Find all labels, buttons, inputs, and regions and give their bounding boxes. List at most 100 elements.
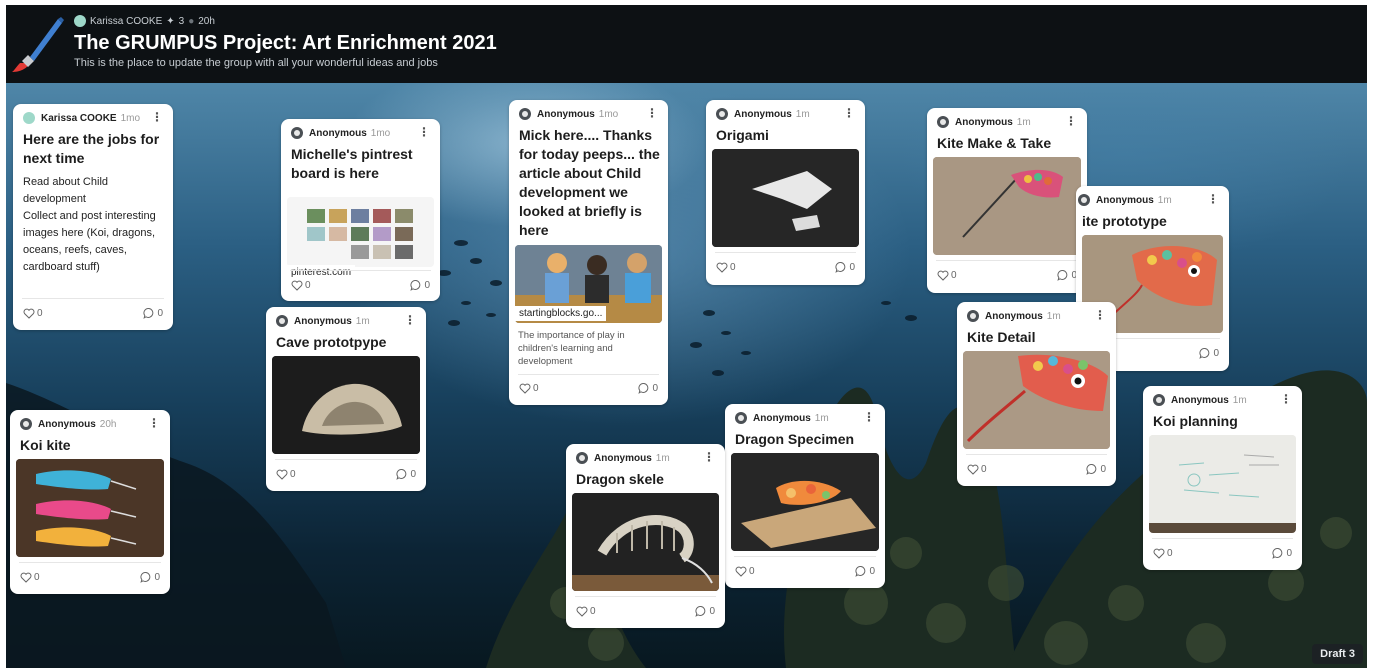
comment-button[interactable]: 0 — [695, 605, 715, 617]
board-header: Karissa COOKE ✦ 3 ● 20h The GRUMPUS Proj… — [6, 5, 1367, 83]
origami-photo[interactable] — [712, 149, 859, 247]
comment-icon — [143, 308, 154, 319]
comment-button[interactable]: 0 — [410, 279, 430, 291]
divider — [22, 298, 164, 299]
post-card[interactable]: Anonymous 1mo ⋮ Michelle's pintrest boar… — [281, 119, 440, 301]
post-card[interactable]: Anonymous 1m ⋮ Dragon Specimen 0 0 — [725, 404, 885, 588]
like-count: 0 — [34, 571, 40, 583]
like-button[interactable]: 0 — [291, 280, 311, 291]
like-button[interactable]: 0 — [967, 464, 987, 475]
comment-button[interactable]: 0 — [1199, 347, 1219, 359]
more-options-icon[interactable]: ⋮ — [863, 410, 875, 424]
more-options-icon[interactable]: ⋮ — [418, 125, 430, 139]
post-title: Michelle's pintrest board is here — [291, 146, 413, 181]
kite-photo[interactable] — [933, 157, 1081, 255]
kite-image — [933, 157, 1081, 255]
cave-photo[interactable] — [272, 356, 420, 454]
board-subtitle: This is the place to update the group wi… — [74, 57, 438, 69]
like-button[interactable]: 0 — [519, 383, 539, 394]
post-card[interactable]: Anonymous 1m ⋮ Origami 0 0 — [706, 100, 865, 285]
post-card[interactable]: Anonymous 1m ⋮ Kite Make & Take 0 0 — [927, 108, 1087, 293]
comment-button[interactable]: 0 — [855, 565, 875, 577]
post-author: Anonymous — [1171, 394, 1229, 406]
comment-count: 0 — [709, 605, 715, 617]
comment-count: 0 — [849, 261, 855, 273]
koi-planning-photo[interactable] — [1149, 435, 1296, 533]
comment-button[interactable]: 0 — [638, 382, 658, 394]
more-options-icon[interactable]: ⋮ — [1094, 308, 1106, 322]
more-options-icon[interactable]: ⋮ — [151, 110, 163, 124]
heart-icon — [20, 572, 32, 583]
heart-icon — [276, 469, 288, 480]
comment-button[interactable]: 0 — [143, 307, 163, 319]
comment-button[interactable]: 0 — [1057, 269, 1077, 281]
dragon-skeleton-photo[interactable] — [572, 493, 719, 591]
more-options-icon[interactable]: ⋮ — [1207, 192, 1219, 206]
more-options-icon[interactable]: ⋮ — [703, 450, 715, 464]
post-card[interactable]: Anonymous 1mo ⋮ Mick here.... Thanks for… — [509, 100, 668, 405]
comment-button[interactable]: 0 — [1086, 463, 1106, 475]
comment-button[interactable]: 0 — [140, 571, 160, 583]
comment-count: 0 — [1286, 547, 1292, 559]
post-header: Anonymous 1m ⋮ — [576, 450, 715, 465]
origami-image — [712, 149, 859, 247]
kite-detail-photo[interactable] — [963, 351, 1110, 449]
more-options-icon[interactable]: ⋮ — [1065, 114, 1077, 128]
divider — [575, 596, 716, 597]
post-footer: 0 0 — [519, 381, 658, 395]
post-title: Dragon Specimen — [735, 431, 855, 447]
post-header: Anonymous 1m ⋮ — [716, 106, 855, 121]
heart-icon — [23, 308, 35, 319]
divider — [19, 562, 161, 563]
heart-icon — [735, 566, 747, 577]
post-time: 1m — [655, 452, 670, 464]
more-options-icon[interactable]: ⋮ — [1280, 392, 1292, 406]
like-button[interactable]: 0 — [576, 606, 596, 617]
post-title: Kite Make & Take — [937, 135, 1052, 151]
post-author: Anonymous — [38, 418, 96, 430]
post-body: Read about Child development Collect and… — [23, 174, 165, 276]
like-button[interactable]: 0 — [735, 566, 755, 577]
comment-button[interactable]: 0 — [835, 261, 855, 273]
post-header: Anonymous 1m ⋮ — [937, 114, 1077, 129]
dragon-specimen-photo[interactable] — [731, 453, 879, 551]
post-title: Dragon skele — [576, 471, 664, 487]
post-card[interactable]: Anonymous 1m ⋮ Koi planning 0 0 — [1143, 386, 1302, 570]
more-options-icon[interactable]: ⋮ — [404, 313, 416, 327]
draft-badge[interactable]: Draft 3 — [1312, 644, 1363, 664]
anonymous-icon — [937, 116, 949, 128]
contributors-count: 3 — [178, 15, 185, 27]
post-footer: 0 0 — [735, 564, 875, 578]
post-card[interactable]: Anonymous 1m ⋮ Kite Detail 0 0 — [957, 302, 1116, 486]
board-meta: Karissa COOKE ✦ 3 ● 20h — [74, 15, 215, 27]
more-options-icon[interactable]: ⋮ — [646, 106, 658, 120]
post-card[interactable]: Anonymous 1m ⋮ Cave prototpype 0 0 — [266, 307, 426, 491]
post-card[interactable]: Anonymous 20h ⋮ Koi kite 0 0 — [10, 410, 170, 594]
like-button[interactable]: 0 — [716, 262, 736, 273]
post-footer: 0 0 — [576, 604, 715, 618]
comment-count: 0 — [869, 565, 875, 577]
more-options-icon[interactable]: ⋮ — [148, 416, 160, 430]
more-options-icon[interactable]: ⋮ — [843, 106, 855, 120]
comment-button[interactable]: 0 — [1272, 547, 1292, 559]
pinterest-preview-image[interactable] — [287, 197, 434, 267]
post-time: 1m — [795, 108, 810, 120]
post-author: Anonymous — [985, 310, 1043, 322]
post-time: 1m — [355, 315, 370, 327]
post-card[interactable]: Karissa COOKE 1mo ⋮ Here are the jobs fo… — [13, 104, 173, 330]
like-button[interactable]: 0 — [23, 308, 43, 319]
comment-icon — [140, 572, 151, 583]
link-domain[interactable]: startingblocks.go... — [515, 306, 607, 321]
paintbrush-icon — [12, 17, 64, 72]
comment-icon — [1199, 348, 1210, 359]
koi-kite-photo[interactable] — [16, 459, 164, 557]
like-button[interactable]: 0 — [937, 270, 957, 281]
like-count: 0 — [981, 463, 987, 475]
like-button[interactable]: 0 — [276, 469, 296, 480]
like-button[interactable]: 0 — [20, 572, 40, 583]
post-card[interactable]: Anonymous 1m ⋮ Dragon skele 0 0 — [566, 444, 725, 628]
board-time: 20h — [198, 15, 215, 27]
comment-button[interactable]: 0 — [396, 468, 416, 480]
post-author: Anonymous — [309, 127, 367, 139]
like-button[interactable]: 0 — [1153, 548, 1173, 559]
